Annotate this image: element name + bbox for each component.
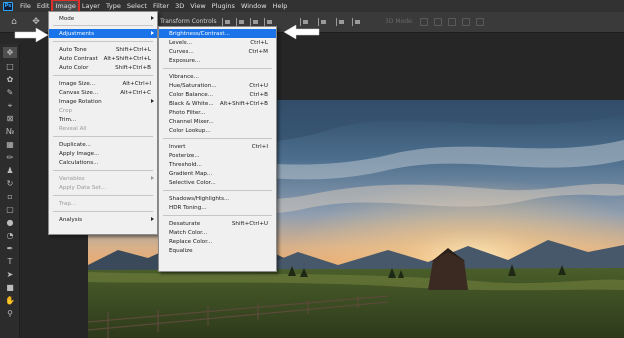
3d-slide-icon[interactable] bbox=[462, 18, 470, 26]
transform-controls-label[interactable]: Transform Controls bbox=[160, 18, 217, 25]
healing-brush-icon[interactable]: ▦ bbox=[3, 139, 17, 150]
align-top-icon[interactable] bbox=[264, 18, 273, 26]
adjust-item-levels[interactable]: Levels... Ctrl+L bbox=[159, 38, 276, 47]
quick-selection-icon[interactable]: ✎ bbox=[3, 87, 17, 98]
image-menu-item-duplicate[interactable]: Duplicate... bbox=[49, 140, 157, 149]
image-menu-item-auto-color[interactable]: Auto Color Shift+Ctrl+B bbox=[49, 63, 157, 72]
image-menu-item-trim[interactable]: Trim... bbox=[49, 115, 157, 124]
adjust-item-hue-saturation[interactable]: Hue/Saturation... Ctrl+U bbox=[159, 81, 276, 90]
adjust-item-exposure[interactable]: Exposure... bbox=[159, 56, 276, 65]
marquee-tool-icon[interactable]: □ bbox=[3, 61, 17, 72]
distribute-horizontal-icon[interactable] bbox=[336, 18, 345, 26]
image-menu-item-auto-contrast[interactable]: Auto Contrast Alt+Shift+Ctrl+L bbox=[49, 54, 157, 63]
adjust-item-replace-color[interactable]: Replace Color... bbox=[159, 237, 276, 246]
adjust-item-gradient-map[interactable]: Gradient Map... bbox=[159, 169, 276, 178]
image-menu-item-auto-tone[interactable]: Auto Tone Shift+Ctrl+L bbox=[49, 45, 157, 54]
adjust-item-selective-color[interactable]: Selective Color... bbox=[159, 178, 276, 187]
eraser-icon[interactable]: ▫ bbox=[3, 191, 17, 202]
image-menu-item-apply-image[interactable]: Apply Image... bbox=[49, 149, 157, 158]
blur-tool-icon[interactable]: ● bbox=[3, 217, 17, 228]
submenu-arrow-icon bbox=[151, 99, 154, 103]
zoom-tool-icon[interactable]: ⚲ bbox=[3, 308, 17, 319]
adjust-item-channel-mixer[interactable]: Channel Mixer... bbox=[159, 117, 276, 126]
image-menu-item-adjustments[interactable]: Adjustments bbox=[49, 29, 157, 38]
frame-tool-icon[interactable]: ⊠ bbox=[3, 113, 17, 124]
menu-3d[interactable]: 3D bbox=[172, 0, 187, 12]
path-selection-icon[interactable]: ➤ bbox=[3, 269, 17, 280]
pointer-arrow-right-icon bbox=[14, 27, 49, 43]
image-menu-item-crop: Crop bbox=[59, 107, 73, 114]
gradient-tool-icon[interactable]: ▢ bbox=[3, 204, 17, 215]
clone-stamp-icon[interactable]: ♟ bbox=[3, 165, 17, 176]
submenu-arrow-icon bbox=[151, 217, 154, 221]
hand-tool-icon[interactable]: ✋ bbox=[3, 295, 17, 306]
rectangle-tool-icon[interactable]: ■ bbox=[3, 282, 17, 293]
image-menu-item-canvas-size[interactable]: Canvas Size... Alt+Ctrl+C bbox=[49, 88, 157, 97]
image-menu-item-analysis[interactable]: Analysis bbox=[49, 215, 157, 224]
adjust-item-curves[interactable]: Curves... Ctrl+M bbox=[159, 47, 276, 56]
eyedropper-icon[interactable]: № bbox=[3, 126, 17, 137]
3d-scale-icon[interactable] bbox=[476, 18, 484, 26]
pointer-arrow-left-icon bbox=[283, 24, 320, 40]
adjust-item-photo-filter[interactable]: Photo Filter... bbox=[159, 108, 276, 117]
adjust-item-shadows-highlights[interactable]: Shadows/Highlights... bbox=[159, 194, 276, 203]
adjust-item-brightness-contrast[interactable]: Brightness/Contrast... bbox=[159, 29, 276, 38]
more-options-icon[interactable] bbox=[352, 18, 361, 26]
brush-tool-icon[interactable]: ✏ bbox=[3, 152, 17, 163]
menu-help[interactable]: Help bbox=[270, 0, 291, 12]
image-menu-item-variables: Variables bbox=[49, 174, 157, 183]
3d-roll-icon[interactable] bbox=[434, 18, 442, 26]
image-menu-item-mode[interactable]: Mode bbox=[49, 14, 157, 23]
image-menu-item-apply-data-set: Apply Data Set... bbox=[59, 184, 107, 191]
type-tool-icon[interactable]: T bbox=[3, 256, 17, 267]
image-menu-item-trap: Trap... bbox=[59, 200, 77, 207]
adjust-item-invert[interactable]: Invert Ctrl+I bbox=[159, 142, 276, 151]
move-tool-icon[interactable]: ✥ bbox=[3, 47, 17, 58]
adjust-item-vibrance[interactable]: Vibrance... bbox=[159, 72, 276, 81]
3d-orbit-icon[interactable] bbox=[420, 18, 428, 26]
adjust-item-hdr-toning[interactable]: HDR Toning... bbox=[159, 203, 276, 212]
adjust-item-threshold[interactable]: Threshold... bbox=[159, 160, 276, 169]
adjust-item-black-white[interactable]: Black & White... Alt+Shift+Ctrl+B bbox=[159, 99, 276, 108]
submenu-arrow-icon bbox=[151, 16, 154, 20]
align-center-icon[interactable] bbox=[236, 18, 245, 26]
menu-view[interactable]: View bbox=[187, 0, 208, 12]
dodge-tool-icon[interactable]: ◔ bbox=[3, 230, 17, 241]
photoshop-logo: Ps bbox=[3, 1, 13, 11]
3d-pan-icon[interactable] bbox=[448, 18, 456, 26]
pen-tool-icon[interactable]: ✒ bbox=[3, 243, 17, 254]
adjust-item-desaturate[interactable]: Desaturate Shift+Ctrl+U bbox=[159, 219, 276, 228]
align-left-icon[interactable] bbox=[222, 18, 231, 26]
adjust-item-posterize[interactable]: Posterize... bbox=[159, 151, 276, 160]
adjust-item-equalize[interactable]: Equalize bbox=[159, 246, 276, 255]
submenu-arrow-icon bbox=[151, 176, 154, 180]
image-menu-item-image-rotation[interactable]: Image Rotation bbox=[49, 97, 157, 106]
adjust-item-color-balance[interactable]: Color Balance... Ctrl+B bbox=[159, 90, 276, 99]
image-menu-item-calculations[interactable]: Calculations... bbox=[49, 158, 157, 167]
submenu-arrow-icon bbox=[151, 31, 154, 35]
3d-mode-label: 3D Mode: bbox=[385, 18, 414, 25]
menu-plugins[interactable]: Plugins bbox=[209, 0, 238, 12]
menu-file[interactable]: File bbox=[17, 0, 34, 12]
image-menu-item-image-size[interactable]: Image Size... Alt+Ctrl+I bbox=[49, 79, 157, 88]
adjust-item-match-color[interactable]: Match Color... bbox=[159, 228, 276, 237]
image-menu-item-reveal-all: Reveal All bbox=[59, 125, 87, 132]
crop-tool-icon[interactable]: ⌖ bbox=[3, 100, 17, 111]
adjust-item-color-lookup[interactable]: Color Lookup... bbox=[159, 126, 276, 135]
adjustments-submenu: Brightness/Contrast... Levels... Ctrl+L C… bbox=[158, 26, 277, 272]
history-brush-icon[interactable]: ↻ bbox=[3, 178, 17, 189]
align-right-icon[interactable] bbox=[250, 18, 259, 26]
lasso-tool-icon[interactable]: ✿ bbox=[3, 74, 17, 85]
image-menu: Mode Adjustments Auto Tone Shift+Ctrl+L A… bbox=[48, 11, 158, 235]
menu-window[interactable]: Window bbox=[238, 0, 270, 12]
tools-panel: ✥ □ ✿ ✎ ⌖ ⊠ № ▦ ✏ ♟ ↻ ▫ ▢ ● ◔ ✒ T ➤ ■ ✋ … bbox=[0, 44, 20, 338]
